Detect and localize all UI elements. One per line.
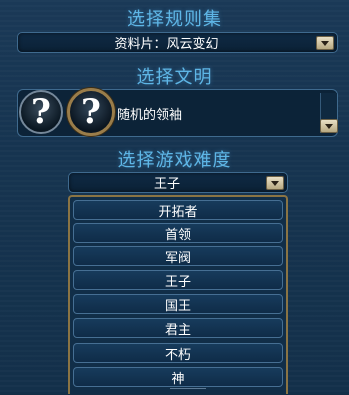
chevron-down-icon[interactable] (316, 36, 334, 50)
civilization-title: 选择文明 (136, 67, 213, 88)
difficulty-selected: 王子 (153, 177, 180, 192)
ruleset-title: 选择规则集 (127, 9, 222, 30)
random-leader-icon[interactable]: ? (19, 90, 63, 134)
chevron-down-icon[interactable] (266, 176, 284, 190)
difficulty-option-prince[interactable]: 王子 (73, 270, 283, 290)
ruleset-selected: 资料片：风云变幻 (114, 37, 219, 52)
difficulty-option-settler[interactable]: 开拓者 (73, 200, 283, 220)
chevron-down-icon[interactable] (320, 119, 338, 133)
difficulty-dropdown[interactable]: 王子 (68, 172, 288, 193)
difficulty-option-warlord[interactable]: 军阀 (73, 246, 283, 266)
ruleset-dropdown[interactable]: 资料片：风云变幻 (17, 32, 338, 53)
difficulty-title: 选择游戏难度 (117, 150, 232, 171)
difficulty-option-immortal[interactable]: 不朽 (73, 343, 283, 363)
difficulty-option-emperor[interactable]: 君主 (73, 318, 283, 338)
random-civ-icon[interactable]: ? (67, 88, 115, 136)
difficulty-option-chieftain[interactable]: 首领 (73, 223, 283, 243)
leader-name: 随机的领袖 (117, 108, 183, 123)
difficulty-option-deity[interactable]: 神 (73, 367, 283, 387)
difficulty-option-king[interactable]: 国王 (73, 294, 283, 314)
